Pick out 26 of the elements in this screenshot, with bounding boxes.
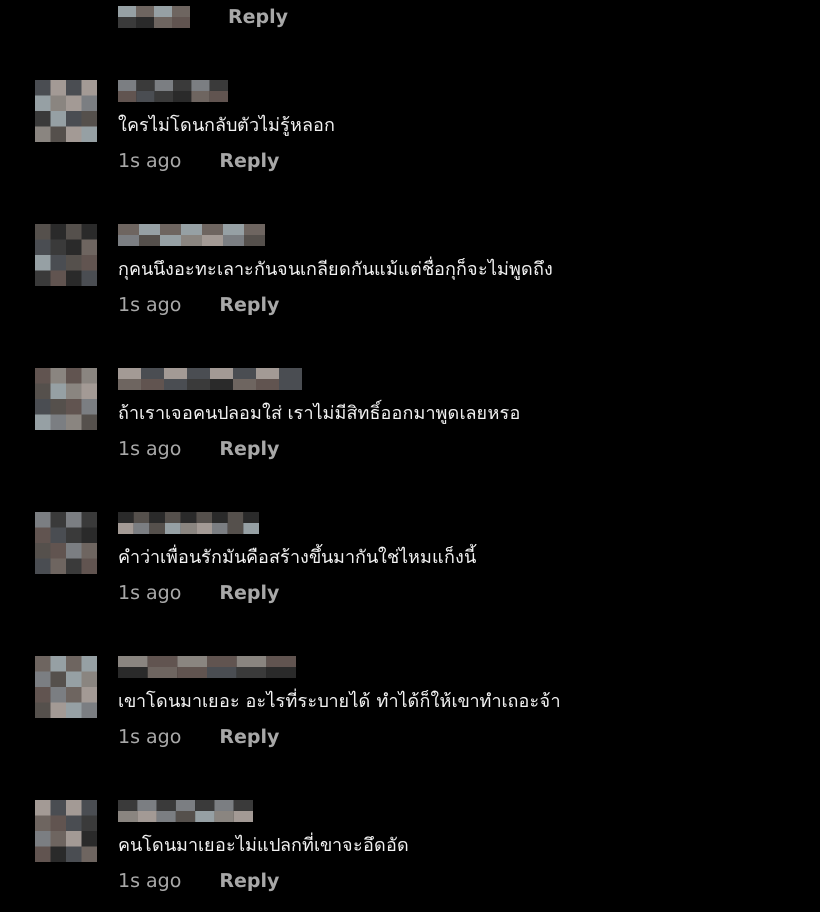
pixelated-avatar (35, 656, 97, 718)
timestamp: 1s ago (118, 436, 182, 462)
pixelated-avatar (35, 224, 97, 286)
timestamp: 1s ago (118, 148, 182, 174)
comment-text: ใครไม่โดนกลับตัวไม่รู้หลอก (118, 114, 335, 138)
reply-link[interactable]: Reply (219, 146, 280, 176)
reply-link[interactable]: Reply (219, 866, 280, 896)
comment-text: ถ้าเราเจอคนปลอมใส่ เราไม่มีสิทธิ์ออกมาพูดเลยหรอ (118, 396, 521, 432)
timestamp: 1s ago (118, 292, 182, 318)
pixelated-avatar (35, 368, 97, 430)
pixelated-avatar (35, 80, 97, 142)
reply-link[interactable]: Reply (219, 578, 280, 608)
reply-link[interactable]: Reply (219, 290, 280, 320)
pixelated-avatar (35, 800, 97, 862)
comment-text: เขาโดนมาเยอะ อะไรที่ระบายได้ ทำได้ก็ให้เขาทำเถอะจ้า (118, 684, 560, 720)
reply-link[interactable]: Reply (219, 434, 280, 464)
reply-link[interactable]: Reply (228, 2, 288, 32)
timestamp: 1s ago (118, 724, 182, 750)
timestamp: 1s ago (118, 580, 182, 606)
pixelated-avatar (35, 512, 97, 574)
timestamp: 1s ago (118, 868, 182, 894)
pixelated-timestamp (118, 6, 190, 28)
comment-text: คนโดนมาเยอะไม่แปลกที่เขาจะอึดอัด (118, 828, 409, 864)
reply-link[interactable]: Reply (219, 722, 280, 752)
comment-text: กุคนนึงอะทะเลาะกันจนเกลียดกันแม้แต่ชื่อกุก็จะไม่พูดถึง (118, 252, 553, 288)
comment-text: คำว่าเพื่อนรักมันคือสร้างขึ้นมากันใช่ไหมแก็งนี้ (118, 540, 476, 576)
